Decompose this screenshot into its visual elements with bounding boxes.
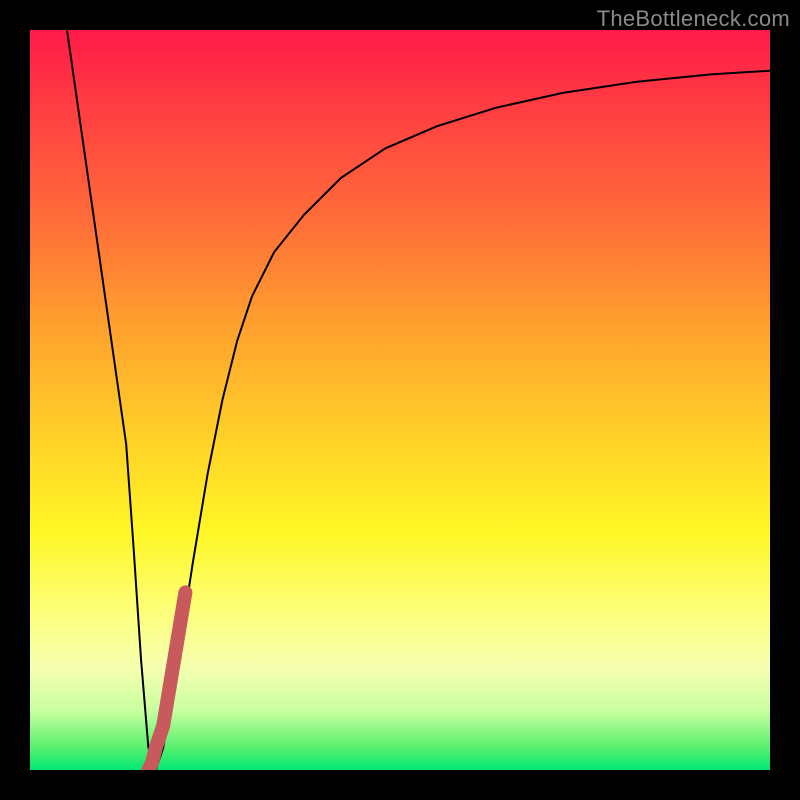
highlight-marker [148,592,185,770]
watermark-text: TheBottleneck.com [597,6,790,32]
chart-frame: TheBottleneck.com [0,0,800,800]
chart-svg [30,30,770,770]
chart-plot-area [30,30,770,770]
